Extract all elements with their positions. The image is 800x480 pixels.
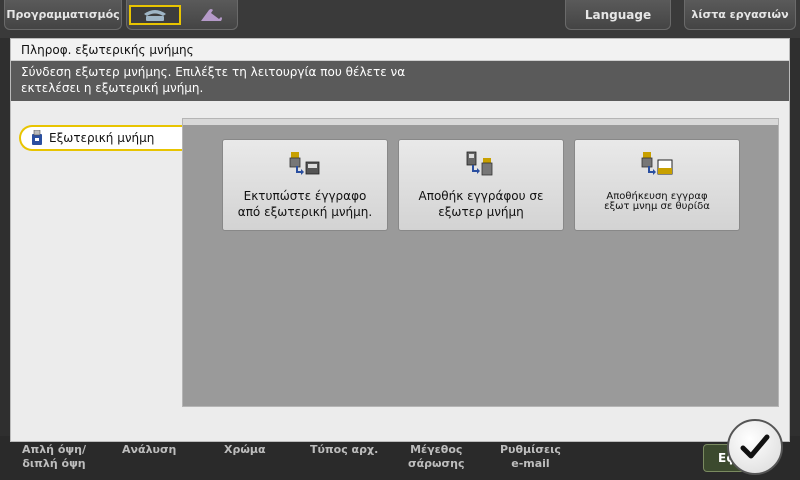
language-button[interactable]: Language <box>565 0 671 30</box>
print-from-memory-button[interactable]: Εκτυπώστε έγγραφο από εξωτερική μνήμη. <box>222 139 388 231</box>
save-to-memory-button[interactable]: Αποθήκ εγγράφου σε εξωτερ μνήμη <box>398 139 564 231</box>
tab-scan-size[interactable]: Μέγεθος σάρωσης <box>408 443 464 471</box>
tab-external-memory[interactable]: Εξωτερική μνήμη <box>19 125 191 151</box>
save-to-memory-icon <box>466 151 493 176</box>
dialog-message-line1: Σύνδεση εξωτερ μνήμης. Επιλέξτε τη λειτο… <box>21 65 406 79</box>
tab-email-settings[interactable]: Ρυθμίσεις e-mail <box>500 443 561 471</box>
fax-phone-icon <box>144 10 166 21</box>
usb-memory-icon <box>32 130 42 145</box>
bottom-tab-bar <box>0 436 800 480</box>
dialog-message: Σύνδεση εξωτερ μνήμης. Επιλέξτε τη λειτο… <box>11 61 789 101</box>
save-to-box-button[interactable]: Αποθήκευση εγγραφ εξωτ μνημ σε θυρίδα <box>574 139 740 231</box>
ok-button[interactable] <box>727 419 783 475</box>
programming-button[interactable]: Προγραμματισμός <box>4 0 122 30</box>
dialog-title: Πληροφ. εξωτερικής μνήμης <box>11 39 789 61</box>
dialog-message-line2: εκτελέσει η εξωτερική μνήμη. <box>21 81 204 95</box>
print-from-memory-label: Εκτυπώστε έγγραφο από εξωτερική μνήμη. <box>237 189 373 219</box>
save-to-box-label: Αποθήκευση εγγραφ εξωτ μνημ σε θυρίδα <box>604 191 710 212</box>
checkmark-icon <box>740 434 770 459</box>
job-list-button[interactable]: λίστα εργασιών <box>684 0 796 30</box>
print-from-memory-icon <box>289 152 320 175</box>
top-bar: Προγραμματισμός Language λίστα εργασιών <box>0 0 800 38</box>
handset-icon <box>201 9 222 21</box>
save-to-memory-label: Αποθήκ εγγράφου σε εξωτερ μνήμη <box>418 189 544 219</box>
tab-color[interactable]: Χρώμα <box>224 443 266 457</box>
tab-external-memory-label: Εξωτερική μνήμη <box>49 131 155 145</box>
fax-mode-group <box>126 0 238 30</box>
tab-duplex[interactable]: Απλή όψη/ διπλή όψη <box>22 443 86 471</box>
handset-button[interactable] <box>189 5 233 25</box>
tab-resolution[interactable]: Ανάλυση <box>122 443 176 457</box>
save-to-box-icon <box>641 152 673 175</box>
external-memory-dialog: Πληροφ. εξωτερικής μνήμης Σύνδεση εξωτερ… <box>10 38 790 442</box>
fax-phone-button[interactable] <box>129 5 181 25</box>
tab-original-type[interactable]: Τύπος αρχ. <box>310 443 378 457</box>
